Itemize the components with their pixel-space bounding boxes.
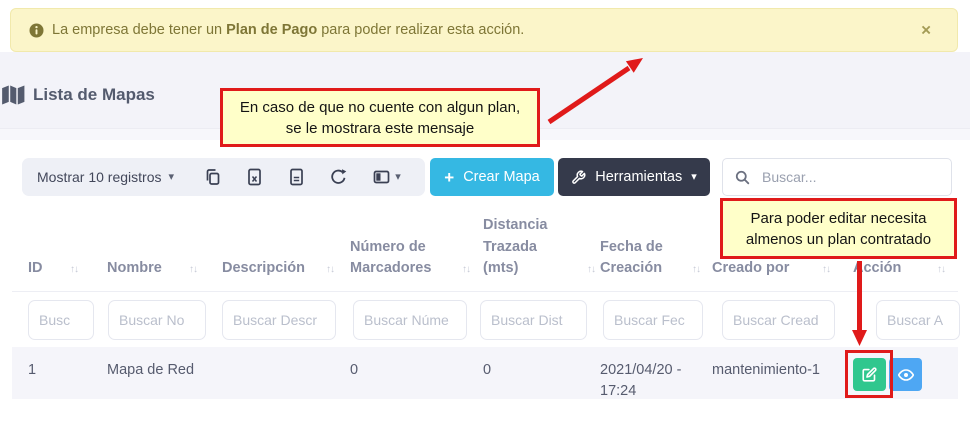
column-header-creado-por[interactable]: Creado por ↑↓ [712, 258, 830, 280]
info-circle-icon [29, 23, 44, 38]
maps-table-card: Mostrar 10 registros ▾ ▾ + Crear Mapa [12, 140, 958, 428]
view-map-button[interactable] [889, 358, 922, 391]
cell-nombre: Mapa de Red [107, 360, 194, 381]
alert-text: La empresa debe tener un Plan de Pago pa… [52, 22, 524, 38]
annotation-highlight-edit-button [845, 350, 893, 398]
filter-input-creado-por[interactable] [722, 300, 835, 340]
column-label: Número de Marcadores [350, 237, 442, 281]
column-label: Nombre [107, 258, 162, 280]
sort-icon[interactable]: ↑↓ [189, 262, 197, 280]
cell-distancia: 0 [483, 360, 491, 381]
cell-fecha: 2021/04/20 - 17:24 [600, 360, 702, 402]
search-icon [735, 170, 750, 185]
column-header-distancia[interactable]: Distancia Trazada (mts) ↑↓ [483, 215, 595, 280]
column-header-descripcion[interactable]: Descripción ↑↓ [222, 258, 334, 280]
chevron-down-icon: ▾ [168, 172, 174, 183]
column-label: Creado por [712, 258, 789, 280]
show-entries-dropdown[interactable]: Mostrar 10 registros ▾ [37, 169, 174, 185]
annotation-note-edit-requirement: Para poder editar necesita almenos un pl… [720, 198, 957, 259]
table-controls-group: Mostrar 10 registros ▾ ▾ [22, 158, 425, 196]
table-row: 1 Mapa de Red 0 0 2021/04/20 - 17:24 man… [12, 347, 958, 399]
excel-export-icon[interactable] [246, 168, 263, 186]
map-icon [2, 85, 25, 105]
wrench-icon [571, 170, 586, 185]
column-label: Acción [853, 258, 901, 280]
sort-icon[interactable]: ↑↓ [937, 262, 945, 280]
search-input[interactable] [760, 168, 939, 186]
table-filter-row [12, 292, 958, 347]
chevron-down-icon: ▾ [395, 172, 401, 183]
annotation-text: almenos un plan contratado [746, 229, 931, 250]
filter-input-nombre[interactable] [108, 300, 206, 340]
filter-input-marcadores[interactable] [353, 300, 467, 340]
page-title: Lista de Mapas [2, 85, 155, 105]
column-label: Descripción [222, 258, 305, 280]
filter-input-descripcion[interactable] [222, 300, 336, 340]
eye-icon [898, 367, 914, 383]
tools-label: Herramientas [595, 169, 682, 185]
table-search [722, 158, 952, 196]
plus-icon: + [444, 169, 454, 186]
sort-icon[interactable]: ↑↓ [70, 262, 78, 280]
sort-icon[interactable]: ↑↓ [587, 262, 595, 280]
column-header-id[interactable]: ID ↑↓ [28, 258, 78, 280]
create-map-label: Crear Mapa [463, 169, 540, 185]
sort-icon[interactable]: ↑↓ [326, 262, 334, 280]
column-label: Fecha de Creación [600, 237, 672, 281]
column-header-nombre[interactable]: Nombre ↑↓ [107, 258, 197, 280]
tools-dropdown-button[interactable]: Herramientas ▾ [558, 158, 710, 196]
filter-input-fecha[interactable] [603, 300, 703, 340]
annotation-text: se le mostrara este mensaje [286, 118, 474, 139]
columns-visibility-icon[interactable]: ▾ [372, 168, 401, 186]
sort-icon[interactable]: ↑↓ [692, 262, 700, 280]
column-header-fecha[interactable]: Fecha de Creación ↑↓ [600, 237, 700, 281]
sort-icon[interactable]: ↑↓ [462, 262, 470, 280]
filter-input-id[interactable] [28, 300, 94, 340]
cell-marcadores: 0 [350, 360, 358, 381]
sort-icon[interactable]: ↑↓ [822, 262, 830, 280]
refresh-icon[interactable] [329, 168, 348, 186]
show-entries-label: Mostrar 10 registros [37, 169, 161, 185]
annotation-text: Para poder editar necesita [751, 208, 927, 229]
file-export-icon[interactable] [288, 168, 305, 186]
column-label: ID [28, 258, 43, 280]
chevron-down-icon: ▾ [691, 172, 697, 183]
annotation-text: En caso de que no cuente con algun plan, [240, 97, 520, 118]
filter-input-distancia[interactable] [480, 300, 587, 340]
copy-icon[interactable] [204, 168, 222, 186]
filter-input-accion[interactable] [876, 300, 960, 340]
page-title-label: Lista de Mapas [33, 85, 155, 105]
column-header-accion[interactable]: Acción ↑↓ [853, 258, 945, 280]
cell-id: 1 [28, 360, 36, 381]
column-label: Distancia Trazada (mts) [483, 215, 555, 280]
export-tools: ▾ [180, 168, 425, 186]
create-map-button[interactable]: + Crear Mapa [430, 158, 554, 196]
column-header-marcadores[interactable]: Número de Marcadores ↑↓ [350, 237, 470, 281]
cell-creado-por: mantenimiento-1 [712, 360, 837, 381]
close-icon[interactable]: × [921, 22, 931, 39]
payment-plan-alert: La empresa debe tener un Plan de Pago pa… [10, 8, 958, 52]
annotation-note-plan-message: En caso de que no cuente con algun plan,… [220, 88, 540, 147]
